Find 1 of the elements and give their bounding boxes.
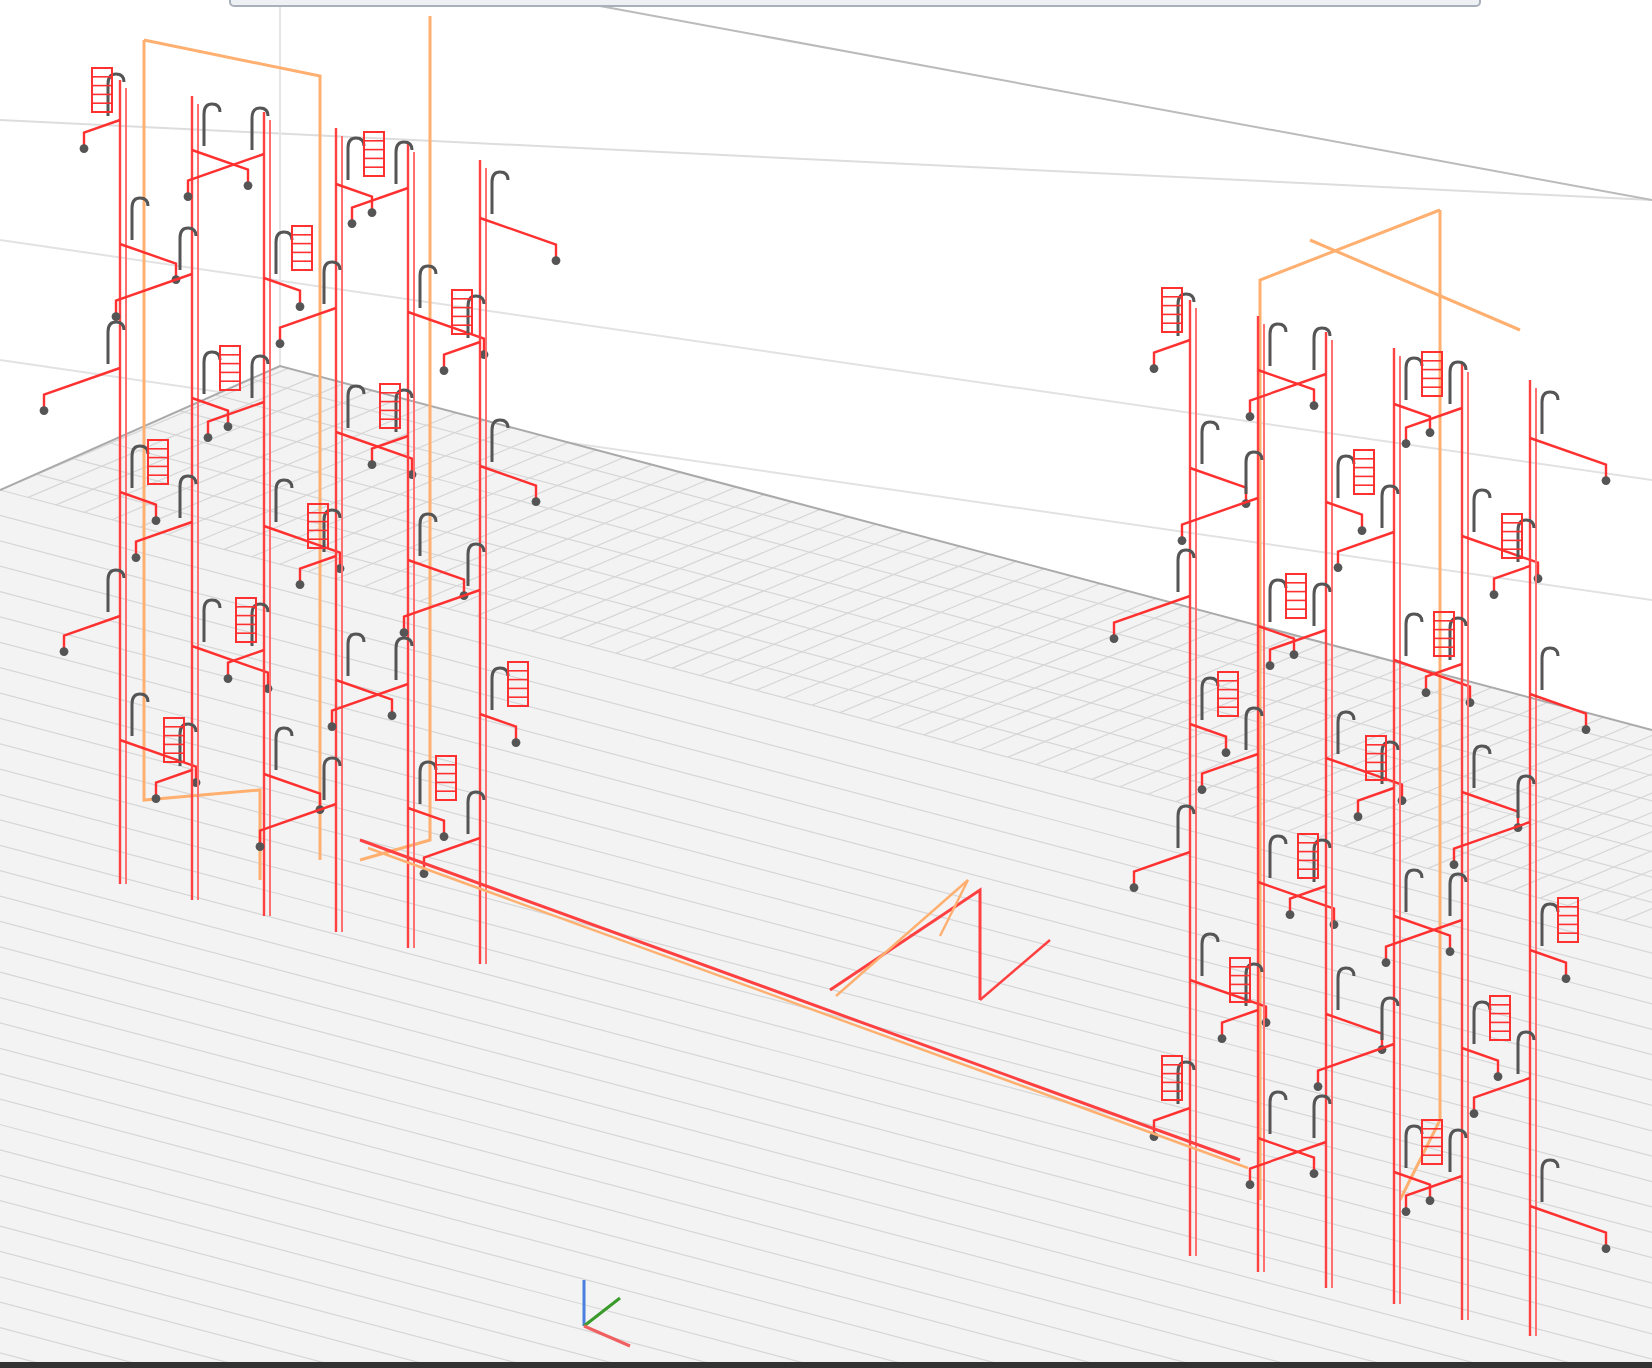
axis-gizmo-icon	[582, 1280, 631, 1348]
